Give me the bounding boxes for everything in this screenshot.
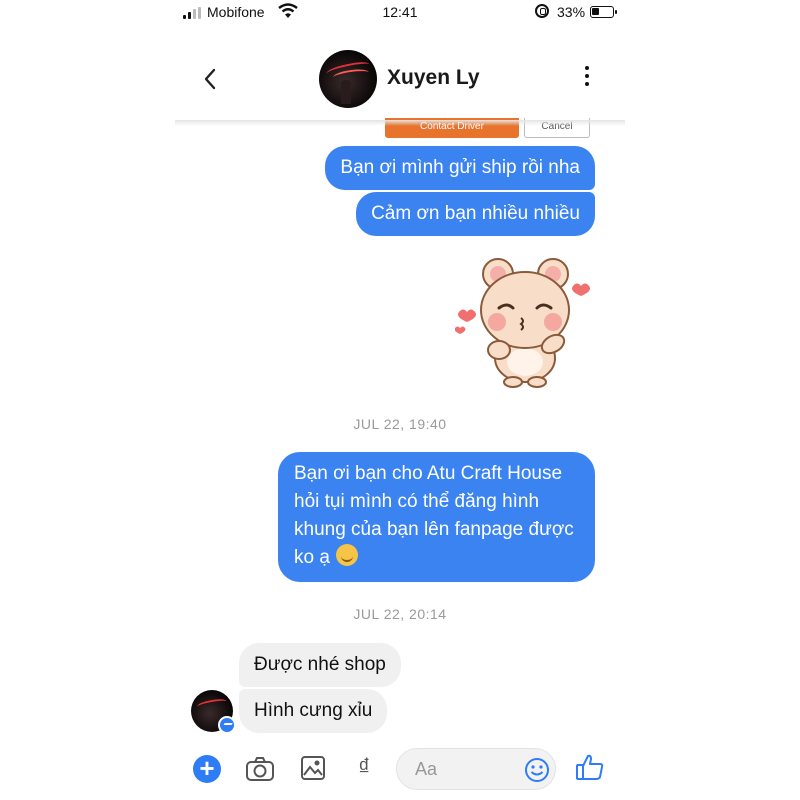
image-icon[interactable] — [300, 755, 326, 781]
thumbs-up-icon[interactable] — [575, 752, 605, 782]
more-vertical-icon[interactable] — [583, 66, 591, 90]
smiling-face-emoji-icon — [335, 544, 358, 566]
message-timestamp: JUL 22, 20:14 — [353, 606, 447, 622]
message-input-placeholder: Aa — [415, 759, 438, 779]
camera-icon[interactable] — [245, 756, 275, 782]
battery-percent: 33% — [557, 4, 586, 20]
message-input[interactable]: Aa — [396, 748, 556, 790]
messenger-badge-icon — [218, 716, 236, 734]
contact-name[interactable]: Xuyen Ly — [387, 66, 480, 90]
sent-message[interactable]: Bạn ơi mình gửi ship rồi nha — [325, 146, 595, 190]
composer-bar: + ₫ Aa — [175, 742, 625, 800]
received-message[interactable]: Được nhé shop — [239, 643, 401, 687]
conversation-header: Xuyen Ly — [175, 40, 625, 120]
chevron-left-icon[interactable] — [200, 64, 220, 94]
battery-icon — [590, 6, 617, 18]
sent-message[interactable]: Bạn ơi bạn cho Atu Craft House hỏi tụi m… — [278, 452, 595, 582]
sent-message[interactable]: Cảm ơn bạn nhiều nhiều — [356, 192, 595, 236]
messenger-screen: Mobifone 12:41 33% Xuyen Ly Contact Driv… — [175, 0, 625, 800]
header-shadow — [175, 120, 625, 126]
status-bar: Mobifone 12:41 33% — [175, 0, 625, 26]
smiley-icon[interactable] — [524, 757, 550, 783]
orientation-lock-icon — [535, 4, 549, 18]
payment-dong-icon[interactable]: ₫ — [358, 754, 370, 782]
plus-circle-icon[interactable]: + — [193, 755, 221, 783]
received-message[interactable]: Hình cưng xỉu — [239, 689, 388, 733]
bear-sticker[interactable] — [455, 252, 595, 392]
message-timestamp: JUL 22, 19:40 — [353, 416, 447, 432]
contact-avatar[interactable] — [319, 50, 377, 108]
